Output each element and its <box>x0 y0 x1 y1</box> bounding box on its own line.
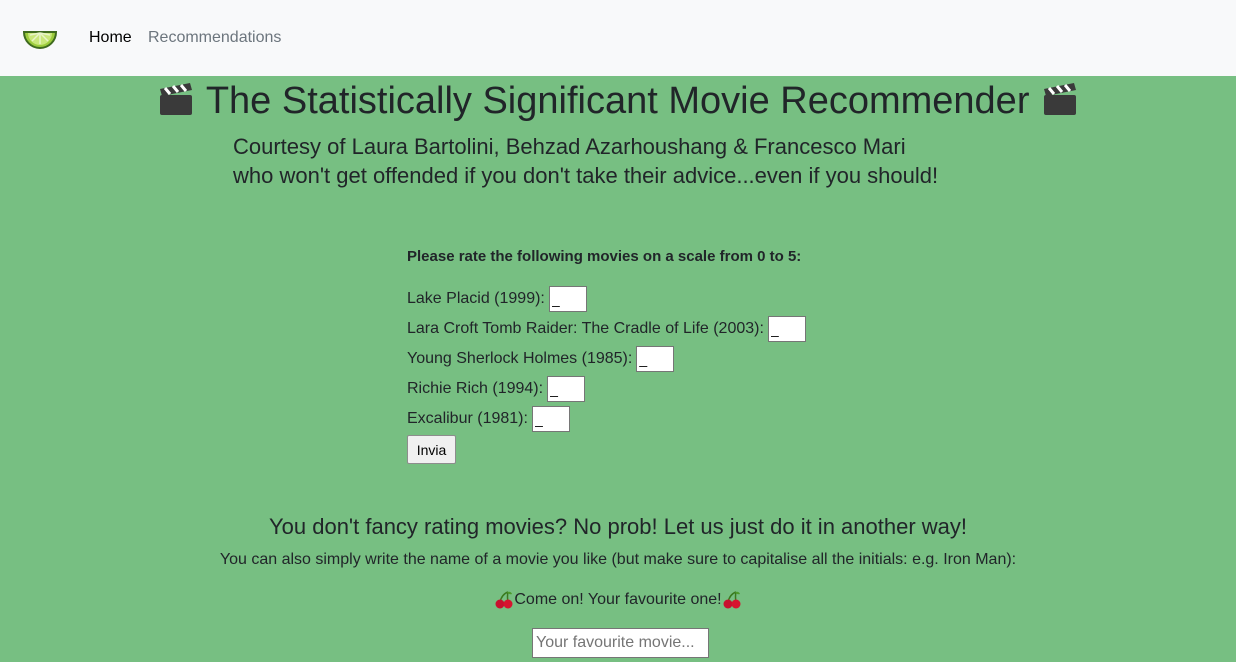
movie-label: Lara Croft Tomb Raider: The Cradle of Li… <box>407 320 764 337</box>
cherries-icon <box>495 591 513 609</box>
favourite-prompt: Come on! Your favourite one! <box>0 590 1236 610</box>
rating-form-heading: Please rate the following movies on a sc… <box>407 248 802 265</box>
movie-label: Richie Rich (1994): <box>407 380 544 397</box>
movie-label: Lake Placid (1999): <box>407 290 545 307</box>
movie-rating-row: Lara Croft Tomb Raider: The Cradle of Li… <box>407 314 806 344</box>
movie-rating-input[interactable] <box>548 286 587 312</box>
nav-home-link[interactable]: Home <box>89 28 132 48</box>
movie-rating-row: Lake Placid (1999): <box>407 284 587 314</box>
favourite-prompt-text: Come on! Your favourite one! <box>514 591 722 608</box>
movie-rating-input[interactable] <box>547 376 586 402</box>
alternative-heading: You don't fancy rating movies? No prob! … <box>268 514 968 539</box>
movie-rating-input[interactable] <box>531 406 570 432</box>
movie-rating-row: Excalibur (1981): <box>407 404 570 434</box>
movie-label: Excalibur (1981): <box>407 410 528 427</box>
page-title-text: The Statistically Significant Movie Reco… <box>205 80 1030 122</box>
submit-ratings-button[interactable]: Invia <box>407 435 456 464</box>
subtitle-tagline: who won't get offended if you don't take… <box>233 163 939 188</box>
nav-recommendations-link[interactable]: Recommendations <box>148 28 281 48</box>
page-title: The Statistically Significant Movie Reco… <box>0 78 1236 124</box>
movie-rating-row: Young Sherlock Holmes (1985): <box>407 344 675 374</box>
lime-slice-icon[interactable] <box>21 20 59 54</box>
movie-rating-input[interactable] <box>767 316 806 342</box>
clapperboard-icon <box>1044 83 1077 115</box>
cherries-icon <box>723 591 741 609</box>
navbar: Home Recommendations <box>0 0 1236 76</box>
alternative-instructions: You can also simply write the name of a … <box>219 551 1017 568</box>
page-subtitle: Courtesy of Laura Bartolini, Behzad Azar… <box>233 132 938 190</box>
favourite-movie-input[interactable] <box>532 628 709 658</box>
clapperboard-icon <box>159 83 192 115</box>
movie-rating-input[interactable] <box>636 346 675 372</box>
subtitle-credits: Courtesy of Laura Bartolini, Behzad Azar… <box>233 134 906 159</box>
movie-label: Young Sherlock Holmes (1985): <box>407 350 633 367</box>
movie-rating-row: Richie Rich (1994): <box>407 374 586 404</box>
